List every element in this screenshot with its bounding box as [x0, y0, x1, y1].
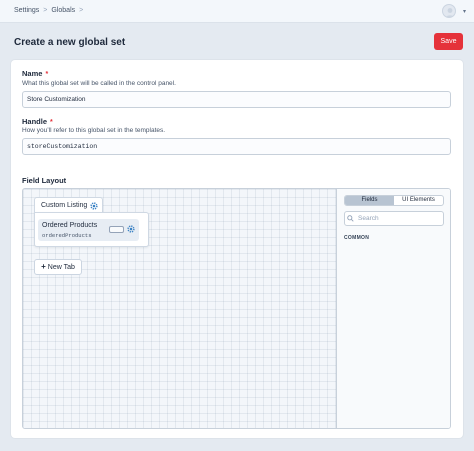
sidebar-tabs: Fields UI Elements — [344, 195, 444, 206]
top-bar: Settings > Globals > ▾ — [0, 0, 474, 23]
user-avatar-icon[interactable] — [442, 4, 456, 18]
content-panel: Name * What this global set will be calle… — [11, 60, 463, 438]
plus-icon: + — [41, 262, 46, 271]
handle-input[interactable]: storeCustomization — [22, 138, 451, 155]
layout-tab[interactable]: Custom Listing — [34, 197, 103, 212]
layout-tab-name: Custom Listing — [41, 202, 88, 209]
layout-sidebar: Fields UI Elements Search COMMON — [337, 189, 450, 428]
breadcrumb: Settings > Globals > — [14, 7, 83, 14]
handle-label: Handle * — [22, 117, 53, 126]
breadcrumb-separator: > — [43, 7, 48, 14]
layout-field-handle: orderedProducts — [42, 232, 92, 239]
sidebar-section-common: COMMON — [344, 235, 370, 241]
breadcrumb-settings[interactable]: Settings — [14, 7, 39, 14]
field-layout-label: Field Layout — [22, 176, 67, 185]
tab-ui-elements[interactable]: UI Elements — [394, 196, 443, 205]
required-marker: * — [50, 119, 53, 126]
chevron-down-icon[interactable]: ▾ — [463, 8, 466, 15]
sidebar-search-input[interactable]: Search — [344, 211, 444, 226]
field-width-toggle[interactable] — [109, 226, 124, 233]
page-title: Create a new global set — [14, 37, 126, 48]
tab-fields[interactable]: Fields — [345, 196, 394, 205]
name-label: Name * — [22, 69, 48, 78]
name-help: What this global set will be called in t… — [22, 80, 176, 87]
name-label-text: Name — [22, 69, 43, 78]
breadcrumb-separator: > — [79, 7, 84, 14]
field-layout-designer: Custom Listing Ordered Products orderedP… — [22, 188, 451, 429]
breadcrumb-globals[interactable]: Globals — [51, 7, 75, 14]
new-tab-label: New Tab — [47, 264, 75, 271]
handle-label-text: Handle — [22, 117, 48, 126]
layout-field[interactable]: Ordered Products orderedProducts — [38, 219, 139, 241]
page-header: Create a new global set Save — [0, 23, 474, 60]
layout-field-name: Ordered Products — [42, 222, 98, 229]
required-marker: * — [45, 71, 49, 78]
new-tab-button[interactable]: + New Tab — [34, 259, 82, 275]
handle-help: How you’ll refer to this global set in t… — [22, 127, 166, 134]
gear-icon[interactable] — [127, 225, 135, 235]
search-icon — [347, 215, 354, 224]
name-input[interactable]: Store Customization — [22, 91, 451, 108]
save-button[interactable]: Save — [434, 33, 463, 50]
layout-canvas: Custom Listing Ordered Products orderedP… — [23, 189, 337, 428]
layout-tab-body: Ordered Products orderedProducts — [34, 212, 149, 247]
